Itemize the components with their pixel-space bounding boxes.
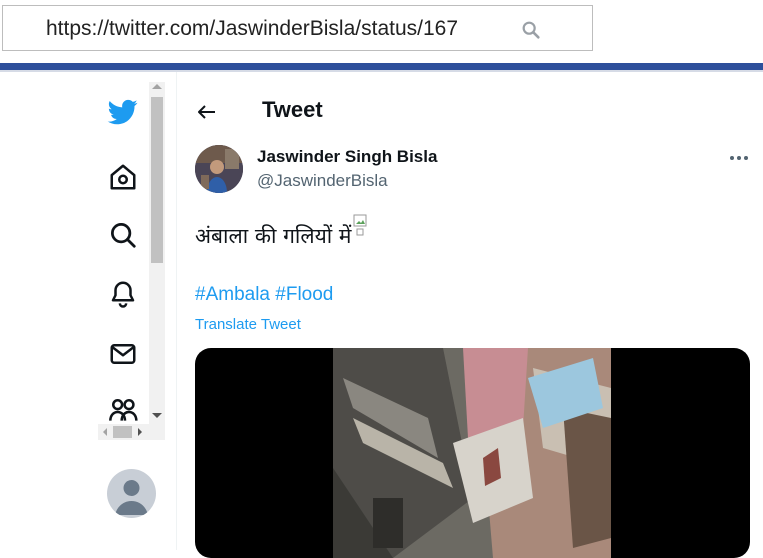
- author-handle[interactable]: @JaswinderBisla: [257, 171, 388, 191]
- messages-mail-icon[interactable]: [104, 335, 142, 373]
- notifications-bell-icon[interactable]: [104, 275, 142, 313]
- scrollbar-thumb[interactable]: [151, 97, 163, 263]
- broken-image-icon: [353, 214, 367, 236]
- account-avatar[interactable]: [107, 469, 156, 518]
- scroll-left-arrow-icon[interactable]: [103, 428, 107, 436]
- toolbar-shadow: [0, 70, 763, 72]
- author-photo: [195, 145, 243, 193]
- video-thumbnail[interactable]: [333, 348, 611, 558]
- hashtags: #Ambala #Flood: [195, 284, 333, 306]
- default-user-icon: [115, 480, 148, 515]
- author-name[interactable]: Jaswinder Singh Bisla: [257, 147, 437, 167]
- address-bar[interactable]: https://twitter.com/JaswinderBisla/statu…: [2, 5, 593, 51]
- video-player[interactable]: [195, 348, 750, 558]
- hashtag-ambala[interactable]: #Ambala: [195, 284, 270, 305]
- url-text[interactable]: https://twitter.com/JaswinderBisla/statu…: [46, 17, 496, 41]
- hashtag-flood[interactable]: #Flood: [275, 284, 333, 305]
- tweet-text: अंबाला की गलियों में: [195, 224, 352, 248]
- horizontal-scrollbar-thumb[interactable]: [113, 426, 132, 438]
- scroll-down-arrow-icon[interactable]: [152, 413, 162, 418]
- explore-search-icon[interactable]: [104, 216, 142, 254]
- home-icon[interactable]: [104, 158, 142, 196]
- column-divider: [176, 72, 177, 550]
- browser-toolbar-stripe: [0, 63, 763, 70]
- scroll-up-arrow-icon[interactable]: [152, 84, 162, 89]
- author-avatar[interactable]: [195, 145, 243, 193]
- back-arrow-icon[interactable]: [195, 100, 219, 124]
- search-icon[interactable]: [520, 19, 542, 41]
- more-options-icon[interactable]: [727, 148, 751, 168]
- scroll-right-arrow-icon[interactable]: [138, 428, 142, 436]
- communities-icon[interactable]: [104, 394, 142, 424]
- twitter-logo-icon[interactable]: [104, 93, 142, 131]
- translate-tweet-link[interactable]: Translate Tweet: [195, 316, 301, 333]
- page-title: Tweet: [262, 97, 323, 122]
